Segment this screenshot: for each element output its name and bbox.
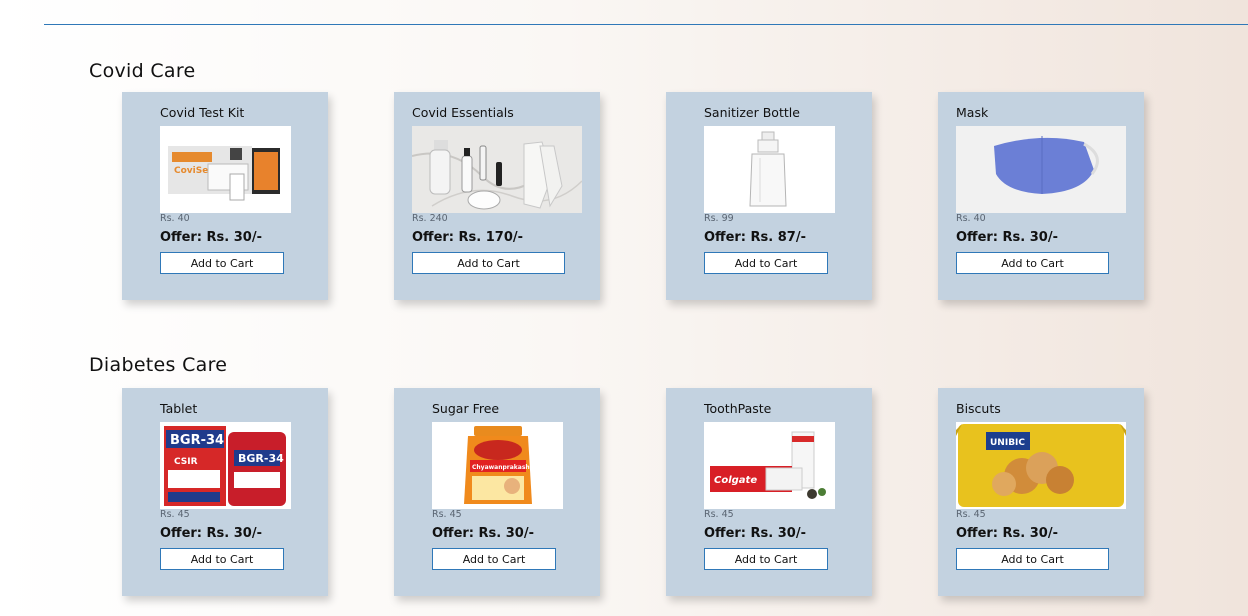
product-card-toothpaste: ToothPaste Colgate Rs. 45 Offer: Rs. 30/…	[666, 388, 872, 596]
add-to-cart-button[interactable]: Add to Cart	[160, 252, 284, 274]
product-title: Covid Essentials	[412, 105, 514, 120]
product-offer: Offer: Rs. 170/-	[412, 230, 524, 245]
product-offer: Offer: Rs. 87/-	[704, 230, 806, 245]
sugar-free-icon: Chyawanprakash	[432, 422, 563, 509]
product-offer: Offer: Rs. 30/-	[956, 526, 1058, 541]
product-card-covid-test-kit: Covid Test Kit CoviSelf Rs. 40 Offer: Rs…	[122, 92, 328, 300]
add-to-cart-button[interactable]: Add to Cart	[956, 548, 1109, 570]
product-title: Tablet	[160, 401, 198, 416]
product-price: Rs. 40	[956, 213, 986, 224]
product-offer: Offer: Rs. 30/-	[160, 230, 262, 245]
product-card-covid-essentials: Covid Essentials Rs. 240 Offer: Rs. 170/…	[394, 92, 600, 300]
product-offer: Offer: Rs. 30/-	[160, 526, 262, 541]
sanitizer-icon	[704, 126, 835, 213]
add-to-cart-button[interactable]: Add to Cart	[704, 252, 828, 274]
product-price: Rs. 40	[160, 213, 190, 224]
product-title: Sanitizer Bottle	[704, 105, 800, 120]
product-title: Sugar Free	[432, 401, 500, 416]
tablet-icon: BGR-34 CSIR BGR-34	[160, 422, 291, 509]
essentials-icon	[412, 126, 582, 213]
toothpaste-icon: Colgate	[704, 422, 835, 509]
product-offer: Offer: Rs. 30/-	[704, 526, 806, 541]
product-card-tablet: Tablet BGR-34 CSIR BGR-34 Rs. 45 Offer: …	[122, 388, 328, 596]
product-price: Rs. 45	[956, 509, 986, 520]
product-card-biscuits: Biscuts UNIBIC Rs. 45 Offer: Rs. 30/- Ad…	[938, 388, 1144, 596]
product-card-sugar-free: Sugar Free Chyawanprakash Rs. 45 Offer: …	[394, 388, 600, 596]
product-title: Biscuts	[956, 401, 1001, 416]
svg-text:BGR-34: BGR-34	[238, 452, 284, 465]
product-price: Rs. 99	[704, 213, 734, 224]
product-price: Rs. 45	[704, 509, 734, 520]
product-offer: Offer: Rs. 30/-	[956, 230, 1058, 245]
add-to-cart-button[interactable]: Add to Cart	[432, 548, 556, 570]
section-title-covid-care: Covid Care	[89, 60, 196, 82]
section-title-diabetes-care: Diabetes Care	[89, 354, 228, 376]
add-to-cart-button[interactable]: Add to Cart	[160, 548, 284, 570]
product-price: Rs. 45	[160, 509, 190, 520]
product-title: Mask	[956, 105, 989, 120]
add-to-cart-button[interactable]: Add to Cart	[956, 252, 1109, 274]
svg-text:BGR-34: BGR-34	[170, 433, 224, 448]
mask-icon	[956, 126, 1126, 213]
product-offer: Offer: Rs. 30/-	[432, 526, 534, 541]
product-title: ToothPaste	[704, 401, 772, 416]
svg-text:Colgate: Colgate	[714, 475, 757, 486]
product-card-sanitizer-bottle: Sanitizer Bottle Rs. 99 Offer: Rs. 87/- …	[666, 92, 872, 300]
product-title: Covid Test Kit	[160, 105, 245, 120]
svg-text:UNIBIC: UNIBIC	[990, 438, 1025, 448]
product-card-mask: Mask Rs. 40 Offer: Rs. 30/- Add to Cart	[938, 92, 1144, 300]
svg-text:Chyawanprakash: Chyawanprakash	[472, 464, 530, 471]
svg-text:CSIR: CSIR	[174, 457, 198, 467]
top-divider	[44, 24, 1248, 25]
test-kit-icon: CoviSelf	[160, 126, 291, 213]
add-to-cart-button[interactable]: Add to Cart	[412, 252, 565, 274]
add-to-cart-button[interactable]: Add to Cart	[704, 548, 828, 570]
product-price: Rs. 45	[432, 509, 462, 520]
product-price: Rs. 240	[412, 213, 448, 224]
biscuits-icon: UNIBIC	[956, 422, 1126, 509]
